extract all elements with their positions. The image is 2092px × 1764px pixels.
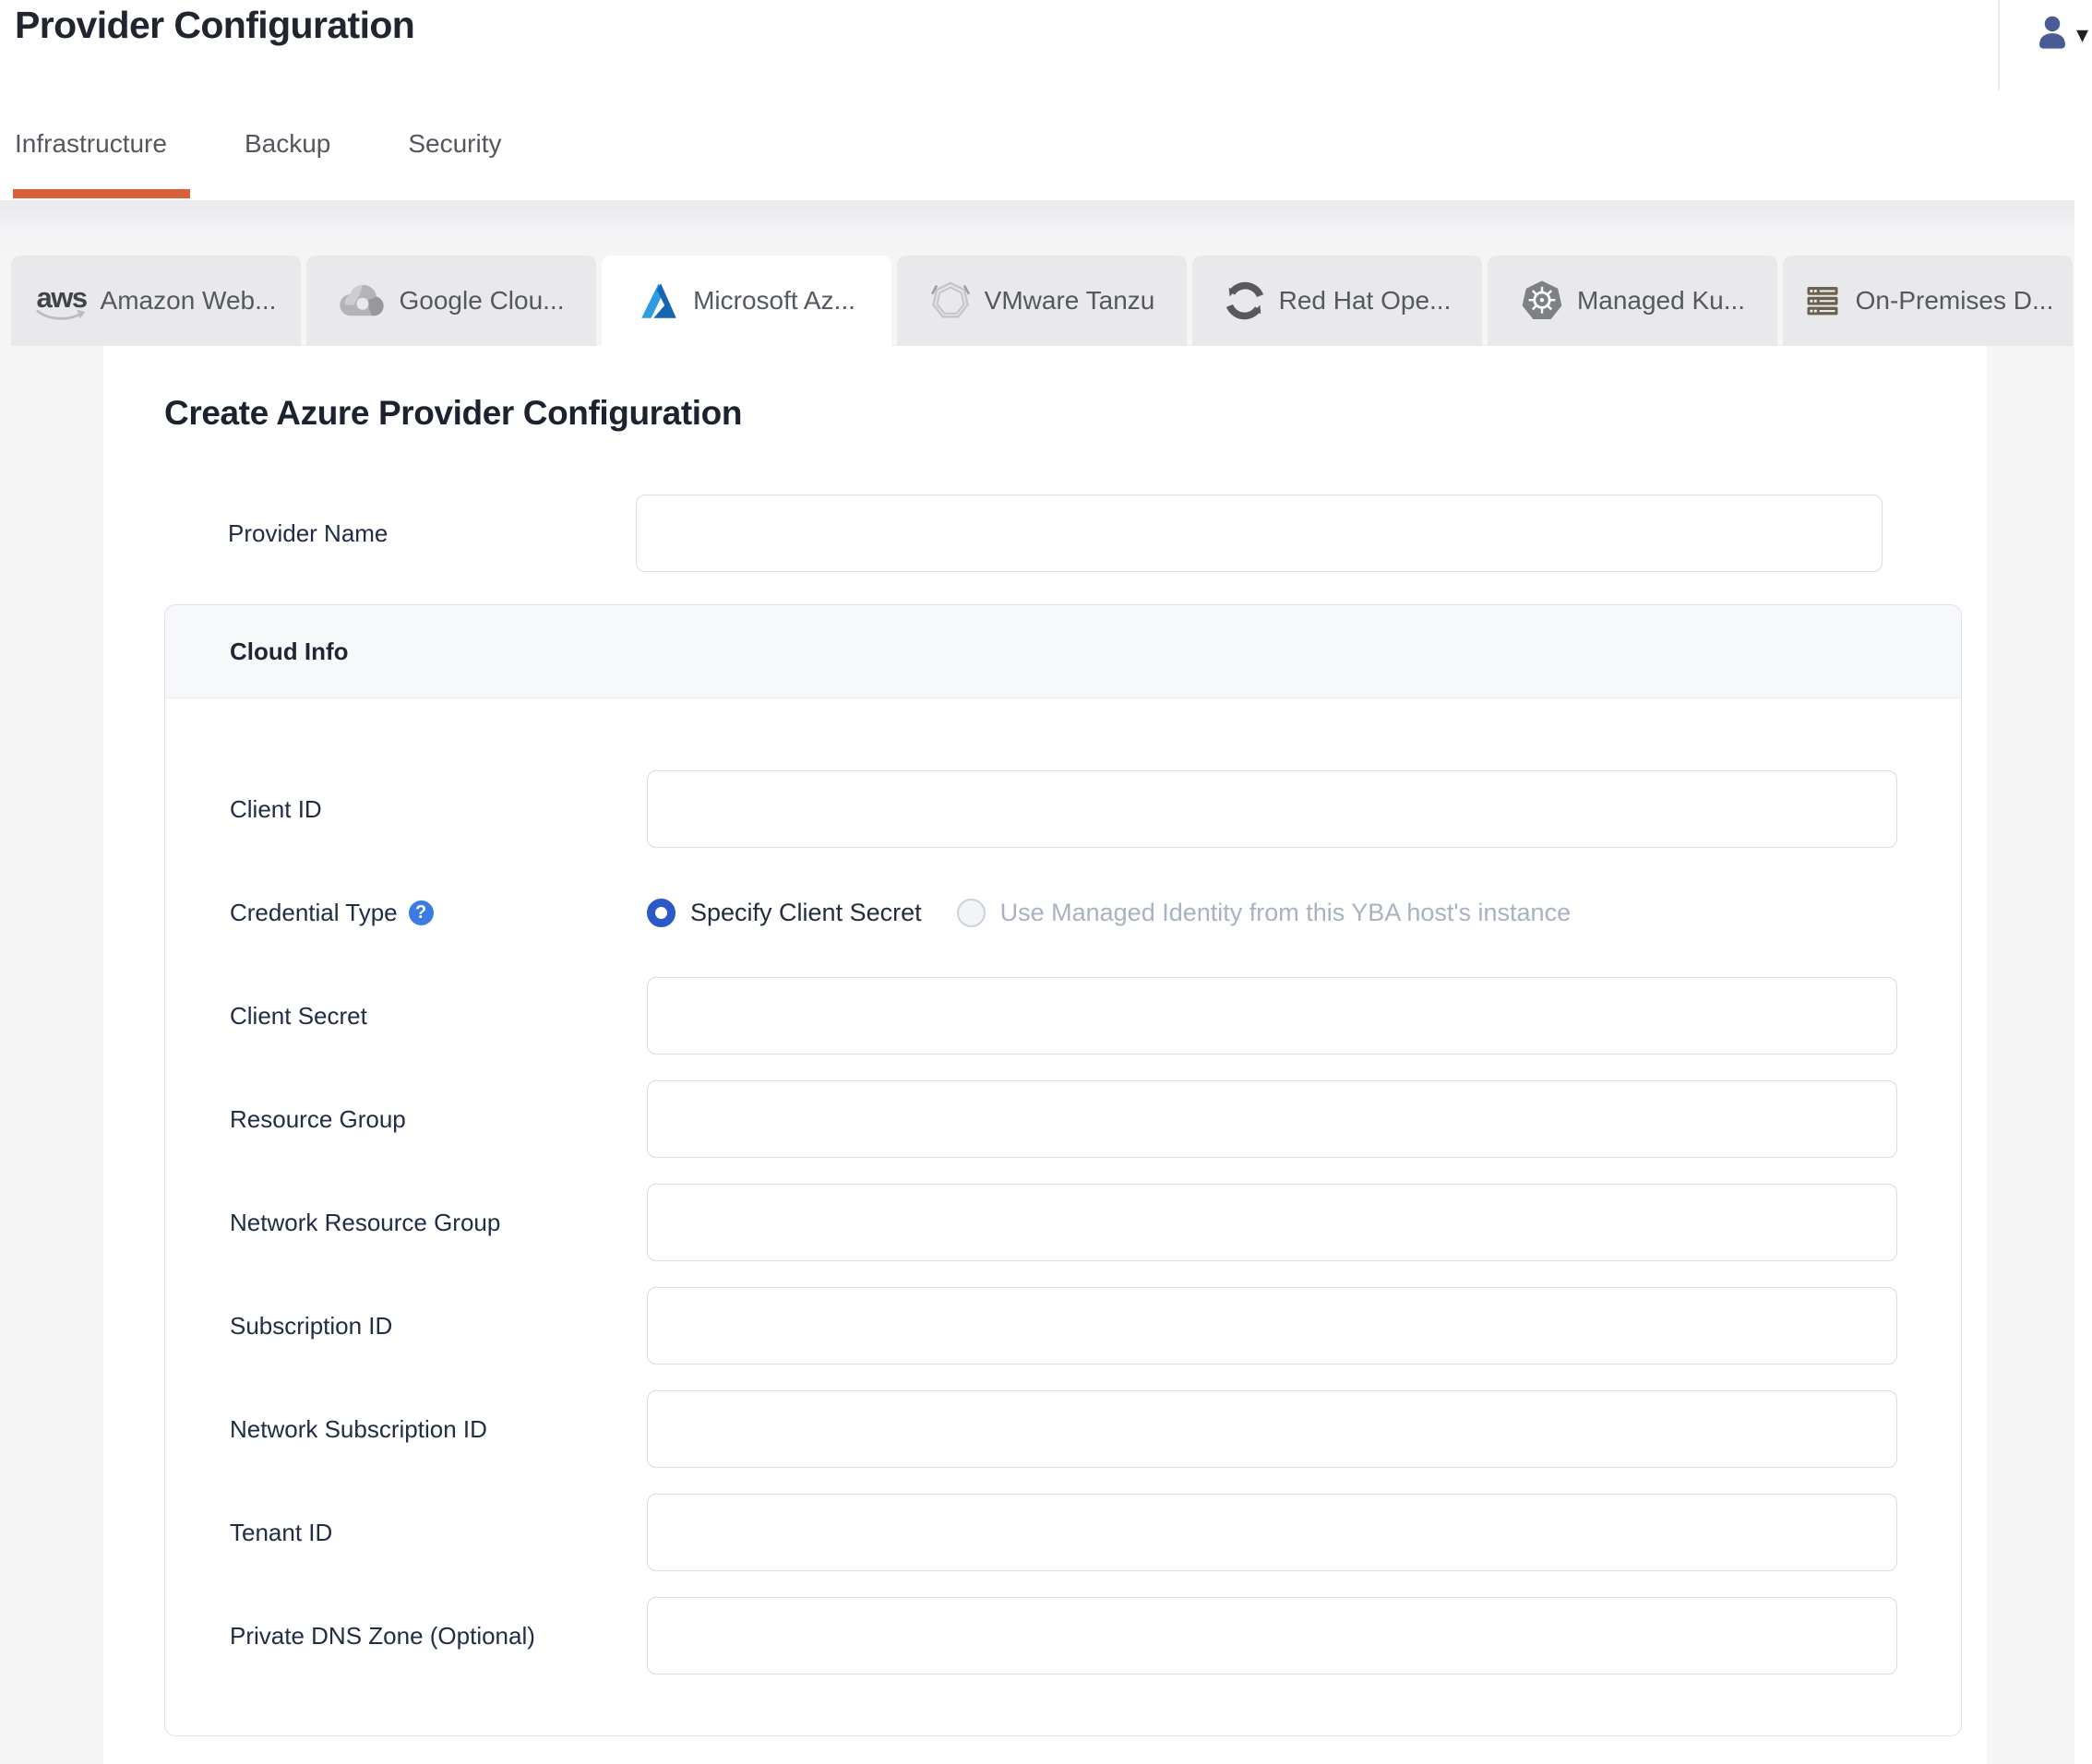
network-resource-group-row: Network Resource Group (230, 1184, 1897, 1261)
radio-use-managed-identity: Use Managed Identity from this YBA host'… (956, 898, 1572, 927)
tab-security[interactable]: Security (408, 129, 501, 198)
aws-icon: aws (36, 283, 88, 322)
provider-tab-label: Managed Ku... (1576, 286, 1746, 315)
radio-label: Use Managed Identity from this YBA host'… (999, 898, 1572, 926)
cloud-info-card: Cloud Info Client ID Credential Type ? S… (164, 604, 1962, 1736)
kubernetes-icon (1520, 279, 1564, 323)
private-dns-zone-label: Private DNS Zone (Optional) (230, 1621, 535, 1650)
provider-tab-label: Microsoft Az... (693, 286, 855, 315)
network-resource-group-input[interactable] (647, 1184, 1897, 1261)
client-id-label: Client ID (230, 794, 322, 823)
provider-name-label: Provider Name (228, 518, 389, 547)
client-secret-row: Client Secret (230, 977, 1897, 1055)
provider-tab-label: Red Hat Ope... (1278, 286, 1452, 315)
user-menu-button[interactable] (2032, 11, 2073, 58)
radio-selected-icon[interactable] (647, 898, 675, 927)
provider-tab-strip: aws Amazon Web... Google Clou... Microso… (11, 256, 2073, 346)
app-header: Provider Configuration ▾ Infrastructure … (0, 0, 2092, 200)
google-cloud-icon (339, 281, 387, 320)
provider-tab-openshift[interactable]: Red Hat Ope... (1192, 256, 1482, 346)
provider-tab-label: On-Premises D... (1855, 286, 2054, 315)
client-secret-label: Client Secret (230, 1001, 367, 1030)
network-subscription-id-row: Network Subscription ID (230, 1390, 1897, 1468)
subscription-id-input[interactable] (647, 1287, 1897, 1365)
client-secret-input[interactable] (647, 977, 1897, 1055)
page-title: Provider Configuration (15, 4, 415, 46)
network-subscription-id-label: Network Subscription ID (230, 1414, 487, 1443)
resource-group-label: Resource Group (230, 1104, 406, 1133)
provider-tab-gcp[interactable]: Google Clou... (306, 256, 596, 346)
radio-disabled-icon (956, 898, 986, 927)
form-heading: Create Azure Provider Configuration (164, 394, 743, 432)
subscription-id-row: Subscription ID (230, 1287, 1897, 1365)
provider-name-row: Provider Name (228, 495, 1883, 572)
provider-tab-onprem[interactable]: On-Premises D... (1783, 256, 2073, 346)
provider-tab-kubernetes[interactable]: Managed Ku... (1488, 256, 1777, 346)
azure-icon (638, 280, 680, 322)
provider-tab-vmware-tanzu[interactable]: VMware Tanzu (897, 256, 1187, 346)
provider-tab-label: VMware Tanzu (984, 286, 1155, 315)
provider-tab-label: Google Clou... (399, 286, 565, 315)
tab-backup[interactable]: Backup (245, 129, 330, 198)
private-dns-zone-input[interactable] (647, 1597, 1897, 1675)
client-id-input[interactable] (647, 770, 1897, 848)
credential-type-row: Credential Type ? Specify Client Secret … (230, 874, 1897, 951)
resource-group-row: Resource Group (230, 1080, 1897, 1158)
credential-type-label-text: Credential Type (230, 898, 398, 926)
vmware-tanzu-icon (929, 280, 972, 322)
private-dns-zone-row: Private DNS Zone (Optional) (230, 1597, 1897, 1675)
provider-name-input[interactable] (636, 495, 1883, 572)
resource-group-input[interactable] (647, 1080, 1897, 1158)
help-icon[interactable]: ? (408, 900, 434, 925)
header-divider (1998, 0, 2000, 90)
client-id-row: Client ID (230, 770, 1897, 848)
tenant-id-input[interactable] (647, 1494, 1897, 1571)
header-shadow-band (0, 200, 2074, 256)
provider-config-panel: Create Azure Provider Configuration Prov… (103, 346, 1987, 1764)
credential-type-label: Credential Type ? (230, 899, 647, 927)
network-resource-group-label: Network Resource Group (230, 1208, 501, 1236)
user-icon (2032, 16, 2073, 57)
credential-type-radio-group: Specify Client Secret Use Managed Identi… (647, 898, 1572, 927)
tenant-id-label: Tenant ID (230, 1518, 333, 1546)
provider-tab-aws[interactable]: aws Amazon Web... (11, 256, 301, 346)
user-menu-caret-icon[interactable]: ▾ (2076, 20, 2088, 49)
network-subscription-id-input[interactable] (647, 1390, 1897, 1468)
cloud-info-header: Cloud Info (165, 605, 1961, 698)
tenant-id-row: Tenant ID (230, 1494, 1897, 1571)
openshift-icon (1224, 280, 1266, 322)
radio-specify-client-secret[interactable]: Specify Client Secret (647, 898, 922, 927)
top-nav-tabs: Infrastructure Backup Security (13, 129, 502, 198)
radio-label: Specify Client Secret (690, 898, 922, 926)
provider-tab-azure[interactable]: Microsoft Az... (602, 256, 891, 346)
provider-tab-label: Amazon Web... (100, 286, 277, 315)
subscription-id-label: Subscription ID (230, 1311, 393, 1340)
cloud-info-title: Cloud Info (230, 637, 349, 665)
server-rack-icon (1802, 280, 1843, 321)
cloud-info-body: Client ID Credential Type ? Specify Clie… (165, 698, 1961, 1675)
tab-infrastructure[interactable]: Infrastructure (13, 129, 190, 198)
